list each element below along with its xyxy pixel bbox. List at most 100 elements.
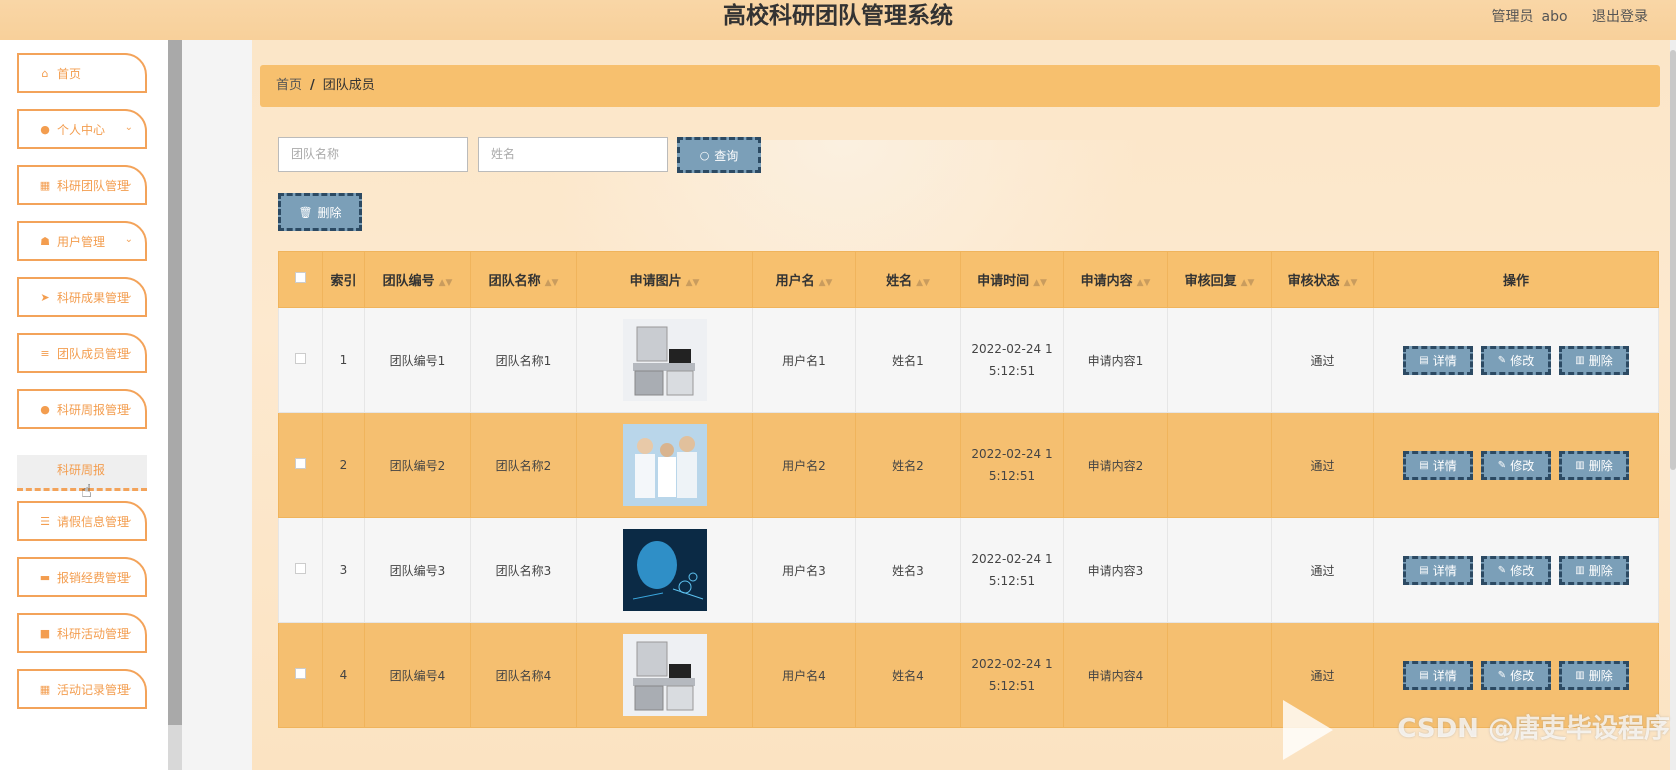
- sidebar-item-7[interactable]: ● 科研周报管理 ⌄: [17, 389, 147, 429]
- chevron-down-icon: ⌄: [124, 346, 133, 357]
- sidebar-item-9[interactable]: ▬ 报销经费管理 ⌄: [17, 557, 147, 597]
- sidebar-item-6[interactable]: ≡ 团队成员管理 ⌄: [17, 333, 147, 373]
- chevron-down-icon: ⌄: [124, 122, 133, 133]
- delete-button[interactable]: ▥ 删除: [1559, 345, 1629, 375]
- delete-button[interactable]: ▥ 删除: [1559, 450, 1629, 480]
- cell-team-no: 团队编号4: [364, 622, 471, 728]
- edit-button[interactable]: ✎ 修改: [1481, 555, 1551, 585]
- breadcrumb-current: 团队成员: [322, 78, 375, 93]
- row-select-cell[interactable]: [278, 622, 323, 728]
- chevron-down-icon: ⌄: [124, 682, 133, 693]
- application-image[interactable]: [622, 319, 707, 401]
- row-checkbox[interactable]: [295, 563, 306, 574]
- row-select-cell[interactable]: [278, 517, 323, 623]
- row-checkbox[interactable]: [295, 458, 306, 469]
- time-line-1: 2022-02-24 1: [971, 552, 1053, 566]
- chevron-down-icon: ⌄: [124, 402, 133, 413]
- cell-username: 用户名2: [752, 412, 856, 518]
- detail-button[interactable]: ▤ 详情: [1403, 555, 1473, 585]
- table-row: 2 团队编号2 团队名称2 用户名2 姓名2 2022-02-24 1 5:12:51 申请内…: [278, 412, 1659, 518]
- trash-icon: ▥: [1575, 669, 1585, 681]
- pencil-icon: ✎: [1497, 564, 1507, 576]
- sidebar-item-4[interactable]: ☗ 用户管理 ⌄: [17, 221, 147, 261]
- sidebar-item-label: 团队成员管理: [57, 346, 130, 361]
- row-checkbox[interactable]: [295, 668, 306, 679]
- sidebar-item-8[interactable]: ☰ 请假信息管理 ⌄: [17, 501, 147, 541]
- cell-username: 用户名3: [752, 517, 856, 623]
- cell-status: 通过: [1271, 517, 1374, 623]
- sort-icon: ▲▼: [1240, 278, 1255, 288]
- col-header-team-name[interactable]: 团队名称 ▲▼: [470, 251, 577, 308]
- detail-button[interactable]: ▤ 详情: [1403, 345, 1473, 375]
- trash-icon: ▥: [1575, 354, 1585, 366]
- select-all-checkbox[interactable]: [295, 272, 306, 283]
- row-select-cell[interactable]: [278, 307, 323, 413]
- col-header-content[interactable]: 申请内容 ▲▼: [1063, 251, 1168, 308]
- grid-icon: ▦: [39, 682, 51, 696]
- sidebar-item-11[interactable]: ▦ 活动记录管理 ⌄: [17, 669, 147, 709]
- document-icon: ▤: [1419, 354, 1429, 366]
- row-select-cell[interactable]: [278, 412, 323, 518]
- cell-actions: ▤ 详情 ✎ 修改 ▥ 删除: [1373, 412, 1659, 518]
- cell-time: 2022-02-24 1 5:12:51: [960, 517, 1064, 623]
- query-button[interactable]: ○ 查询: [677, 137, 761, 173]
- logout-button[interactable]: 退出登录: [1592, 9, 1648, 25]
- application-image[interactable]: [622, 634, 707, 716]
- cell-actions: ▤ 详情 ✎ 修改 ▥ 删除: [1373, 307, 1659, 413]
- delete-button[interactable]: ▥ 删除: [1559, 555, 1629, 585]
- col-header-name[interactable]: 姓名 ▲▼: [855, 251, 961, 308]
- cell-status: 通过: [1271, 412, 1374, 518]
- cell-index: 2: [322, 412, 365, 518]
- pencil-icon: ✎: [1497, 459, 1507, 471]
- table-row: 1 团队编号1 团队名称1 用户名1 姓名1 2022-02-24 1 5:12:51 申请内…: [278, 307, 1659, 413]
- sidebar-item-label: 科研团队管理: [57, 178, 130, 193]
- main-content: 首页 / 团队成员 团队名称 姓名 ○ 查询 🗑 删除 索引 团队编号 ▲▼ 团队名称 ▲▼…: [252, 40, 1676, 770]
- sort-icon: ▲▼: [916, 278, 930, 288]
- col-header-time[interactable]: 申请时间 ▲▼: [960, 251, 1064, 308]
- name-search-input[interactable]: 姓名: [478, 137, 668, 172]
- cell-status: 通过: [1271, 307, 1374, 413]
- col-header-image[interactable]: 申请图片 ▲▼: [576, 251, 753, 308]
- batch-delete-button[interactable]: 🗑 删除: [278, 193, 362, 231]
- application-image[interactable]: [622, 529, 707, 611]
- username: abo: [1541, 9, 1568, 25]
- team-name-search-input[interactable]: 团队名称: [278, 137, 468, 172]
- application-image[interactable]: [622, 424, 707, 506]
- play-logo-icon: [1283, 700, 1333, 760]
- col-header-status[interactable]: 审核状态 ▲▼: [1271, 251, 1374, 308]
- cell-reply: [1167, 412, 1272, 518]
- user-area: 管理员 abo 退出登录: [1472, 6, 1648, 26]
- table-row: 3 团队编号3 团队名称3 用户名3 姓名3 2022-02-24 1 5:12:51 申请内…: [278, 517, 1659, 623]
- sidebar-item-3[interactable]: ▦ 科研团队管理 ⌄: [17, 165, 147, 205]
- edit-button[interactable]: ✎ 修改: [1481, 345, 1551, 375]
- col-header-team-no[interactable]: 团队编号 ▲▼: [364, 251, 471, 308]
- chevron-down-icon: ⌄: [124, 570, 133, 581]
- sidebar-item-2[interactable]: ● 个人中心 ⌄: [17, 109, 147, 149]
- chevron-down-icon: ⌄: [124, 290, 133, 301]
- sort-icon: ▲▼: [1343, 278, 1358, 288]
- sidebar-item-5[interactable]: ➤ 科研成果管理 ⌄: [17, 277, 147, 317]
- sidebar-item-label: 请假信息管理: [57, 514, 130, 529]
- cell-content: 申请内容4: [1063, 622, 1168, 728]
- edit-button[interactable]: ✎ 修改: [1481, 450, 1551, 480]
- sidebar-scroll-thumb[interactable]: [168, 40, 182, 725]
- sidebar-item-10[interactable]: ■ 科研活动管理 ⌄: [17, 613, 147, 653]
- detail-button[interactable]: ▤ 详情: [1403, 660, 1473, 690]
- breadcrumb-home[interactable]: 首页: [276, 78, 302, 93]
- trash-icon: ▥: [1575, 459, 1585, 471]
- sidebar-item-label: 活动记录管理: [57, 682, 130, 697]
- detail-button[interactable]: ▤ 详情: [1403, 450, 1473, 480]
- sidebar-item-label: 报销经费管理: [57, 570, 130, 585]
- row-checkbox[interactable]: [295, 353, 306, 364]
- chat-icon: ■: [39, 626, 51, 640]
- sort-icon: ▲▼: [544, 278, 559, 288]
- time-line-1: 2022-02-24 1: [971, 342, 1053, 356]
- col-header-reply[interactable]: 审核回复 ▲▼: [1167, 251, 1272, 308]
- sidebar-item-1[interactable]: ⌂ 首页: [17, 53, 147, 93]
- edit-button[interactable]: ✎ 修改: [1481, 660, 1551, 690]
- col-header-username[interactable]: 用户名 ▲▼: [752, 251, 856, 308]
- page-scroll-thumb[interactable]: [1670, 50, 1676, 470]
- select-all-header[interactable]: [278, 251, 323, 308]
- delete-button[interactable]: ▥ 删除: [1559, 660, 1629, 690]
- time-line-1: 2022-02-24 1: [971, 657, 1053, 671]
